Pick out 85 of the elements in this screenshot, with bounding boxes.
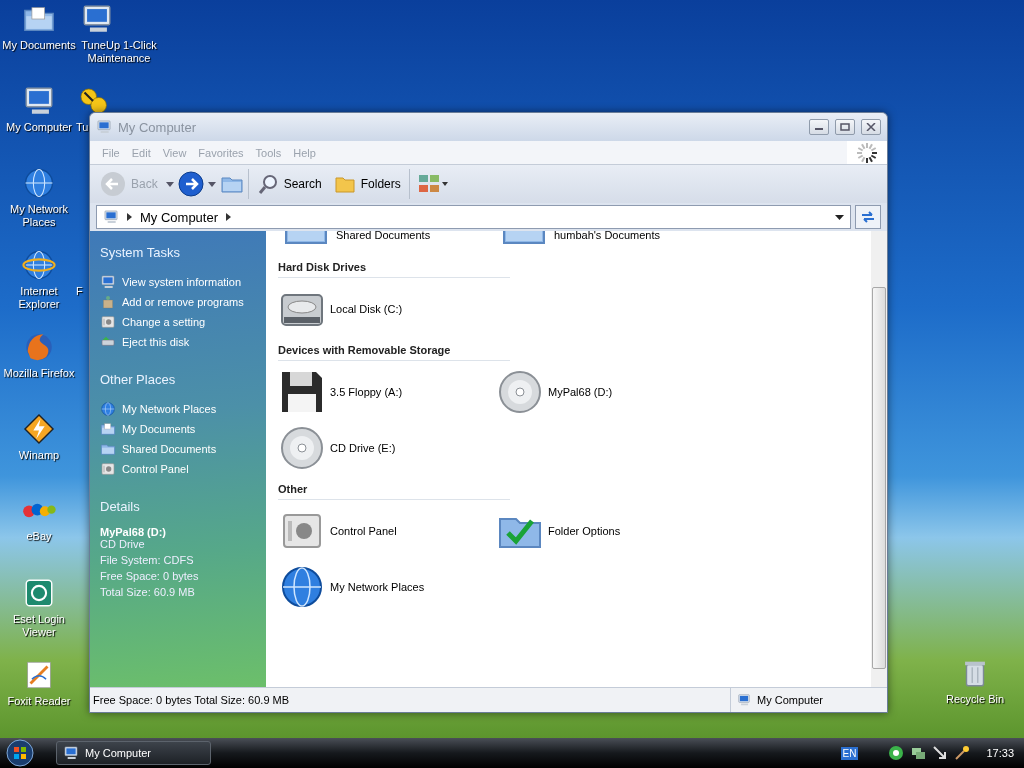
drive-item[interactable]: Control Panel [278,506,496,556]
network-tray-icon[interactable] [910,745,927,761]
desktop-icon-label[interactable]: My Network Places [0,203,78,229]
desktop-icon-label[interactable]: Tu [76,121,89,134]
drive-item[interactable]: Local Disk (C:) [278,284,496,334]
desktop-icon-label[interactable]: Internet Explorer [0,285,78,311]
disc-icon [496,368,544,416]
maximize-button[interactable] [835,119,855,135]
details-line: Free Space: 0 bytes [100,570,200,582]
drive-item[interactable]: MyPal68 (D:) [496,367,714,417]
group-heading: Devices with Removable Storage [278,344,510,361]
desktop-icon-label[interactable]: Foxit Reader [7,695,71,708]
dropdown-arrow-icon[interactable] [835,214,844,220]
refresh-icon [860,210,876,224]
pane-heading: Other Places [100,372,177,387]
task-link[interactable]: Change a setting [100,314,256,330]
computer-icon [103,209,119,225]
status-location: My Computer [757,694,824,706]
folder-icon [100,441,116,457]
address-field[interactable]: My Computer [96,205,851,229]
search-button[interactable]: Search [252,171,326,197]
tray-circle-icon[interactable] [888,745,905,761]
globe-icon [22,166,56,200]
refresh-button[interactable] [855,205,881,229]
close-icon [866,123,876,131]
desktop-icon-label[interactable]: TuneUp 1-Click Maintenance [80,39,158,65]
breadcrumb-arrow-icon [127,213,132,221]
folder-item[interactable]: humbah's Documents [496,231,714,255]
control-panel-icon [100,314,116,330]
scrollbar[interactable] [871,231,887,687]
folders-button[interactable]: Folders [329,171,405,197]
forward-button-icon[interactable] [177,171,204,197]
computer-icon [63,745,79,761]
menu-item[interactable]: Tools [249,144,288,161]
pane-heading: Details [100,499,141,514]
task-link[interactable]: View system information [100,274,256,290]
documents-folder-icon [100,421,116,437]
folder-item[interactable]: Shared Documents [278,231,496,255]
search-icon [256,173,279,195]
arrow-tray-icon[interactable] [932,745,949,761]
menu-item[interactable]: View [156,144,193,161]
drive-item[interactable]: Folder Options [496,506,714,556]
desktop-icon-label[interactable]: F [76,285,83,298]
drive-item[interactable]: CD Drive (E:) [278,423,496,473]
browser-icon [22,248,56,282]
logo-icon [22,503,56,518]
details-line: File System: CDFS [100,554,195,566]
task-link[interactable]: My Documents [100,421,256,437]
clock: 17:33 [986,747,1014,759]
wand-tray-icon[interactable] [954,745,971,761]
drive-item[interactable]: 3.5 Floppy (A:) [278,367,496,417]
task-link[interactable]: Eject this disk [100,334,256,350]
task-link[interactable]: Add or remove programs [100,294,256,310]
computer-icon [96,119,112,135]
desktop-icon-label[interactable]: My Computer [6,121,72,134]
control-panel-icon [100,461,116,477]
details-line: Total Size: 60.9 MB [100,586,196,598]
desktop-icon-label[interactable]: Recycle Bin [945,693,1005,706]
minimize-button[interactable] [809,119,829,135]
globe-icon [100,401,116,417]
monitor-icon [100,274,116,290]
close-button[interactable] [861,119,881,135]
window-title: My Computer [118,119,198,135]
group-heading: Hard Disk Drives [278,261,510,278]
desktop-icon-label[interactable]: Mozilla Firefox [3,367,75,380]
task-link[interactable]: Control Panel [100,461,256,477]
desktop-icon-label[interactable]: Winamp [18,449,60,462]
language-indicator[interactable]: EN [840,746,859,760]
pane-heading: System Tasks [100,245,181,260]
maximize-icon [840,123,850,131]
taskbar-task[interactable]: My Computer [56,741,211,765]
breadcrumb-arrow-icon [226,213,232,221]
details-name: MyPal68 (D:) [100,526,168,538]
task-link[interactable]: Shared Documents [100,441,256,457]
disc-icon [278,424,326,472]
status-text: Free Space: 0 bytes Total Size: 60.9 MB [92,694,291,706]
group-heading: Other [278,483,510,500]
desktop-icon-label[interactable]: My Documents [2,39,76,52]
drive-item[interactable]: My Network Places [278,562,496,612]
loading-spinner-icon [856,141,878,164]
package-icon [100,294,116,310]
task-link[interactable]: My Network Places [100,401,256,417]
computer-icon [737,693,751,707]
menu-item[interactable]: Favorites [192,144,250,161]
details-line: CD Drive [100,538,146,550]
